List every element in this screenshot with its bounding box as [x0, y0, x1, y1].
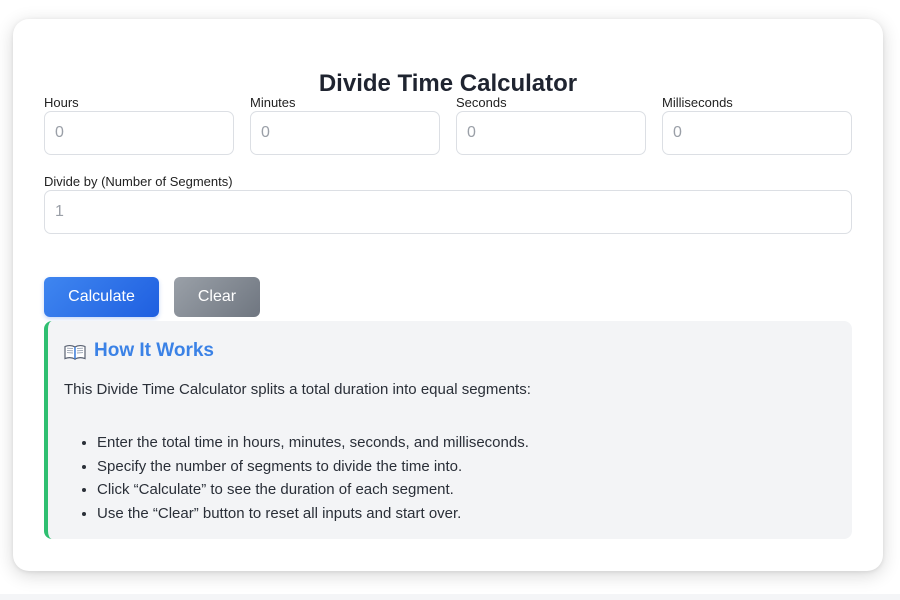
- how-it-works-title: How It Works: [94, 340, 214, 361]
- minutes-input[interactable]: [250, 111, 440, 155]
- list-item: Use the “Clear” button to reset all inpu…: [97, 502, 529, 526]
- minutes-label: Minutes: [250, 95, 296, 110]
- list-item: Click “Calculate” to see the duration of…: [97, 478, 529, 502]
- list-item: Enter the total time in hours, minutes, …: [97, 431, 529, 455]
- milliseconds-label: Milliseconds: [662, 95, 733, 110]
- how-it-works-heading: How It Works: [64, 339, 214, 363]
- hours-input[interactable]: [44, 111, 234, 155]
- calculate-button[interactable]: Calculate: [44, 277, 159, 317]
- how-it-works-steps: Enter the total time in hours, minutes, …: [64, 431, 529, 525]
- milliseconds-input[interactable]: [662, 111, 852, 155]
- clear-button[interactable]: Clear: [174, 277, 260, 317]
- page: Divide Time Calculator Hours Minutes Sec…: [0, 0, 900, 600]
- calculator-card: Divide Time Calculator Hours Minutes Sec…: [13, 19, 883, 571]
- how-it-works-panel: How It Works This Divide Time Calculator…: [44, 321, 852, 539]
- seconds-label: Seconds: [456, 95, 507, 110]
- page-title: Divide Time Calculator: [318, 70, 578, 97]
- divide-by-label: Divide by (Number of Segments): [44, 174, 233, 189]
- divide-by-input[interactable]: [44, 190, 852, 234]
- how-it-works-intro: This Divide Time Calculator splits a tot…: [64, 381, 531, 398]
- hours-label: Hours: [44, 95, 79, 110]
- seconds-input[interactable]: [456, 111, 646, 155]
- page-bottom-strip: [0, 594, 900, 600]
- open-book-icon: [64, 343, 86, 360]
- list-item: Specify the number of segments to divide…: [97, 455, 529, 479]
